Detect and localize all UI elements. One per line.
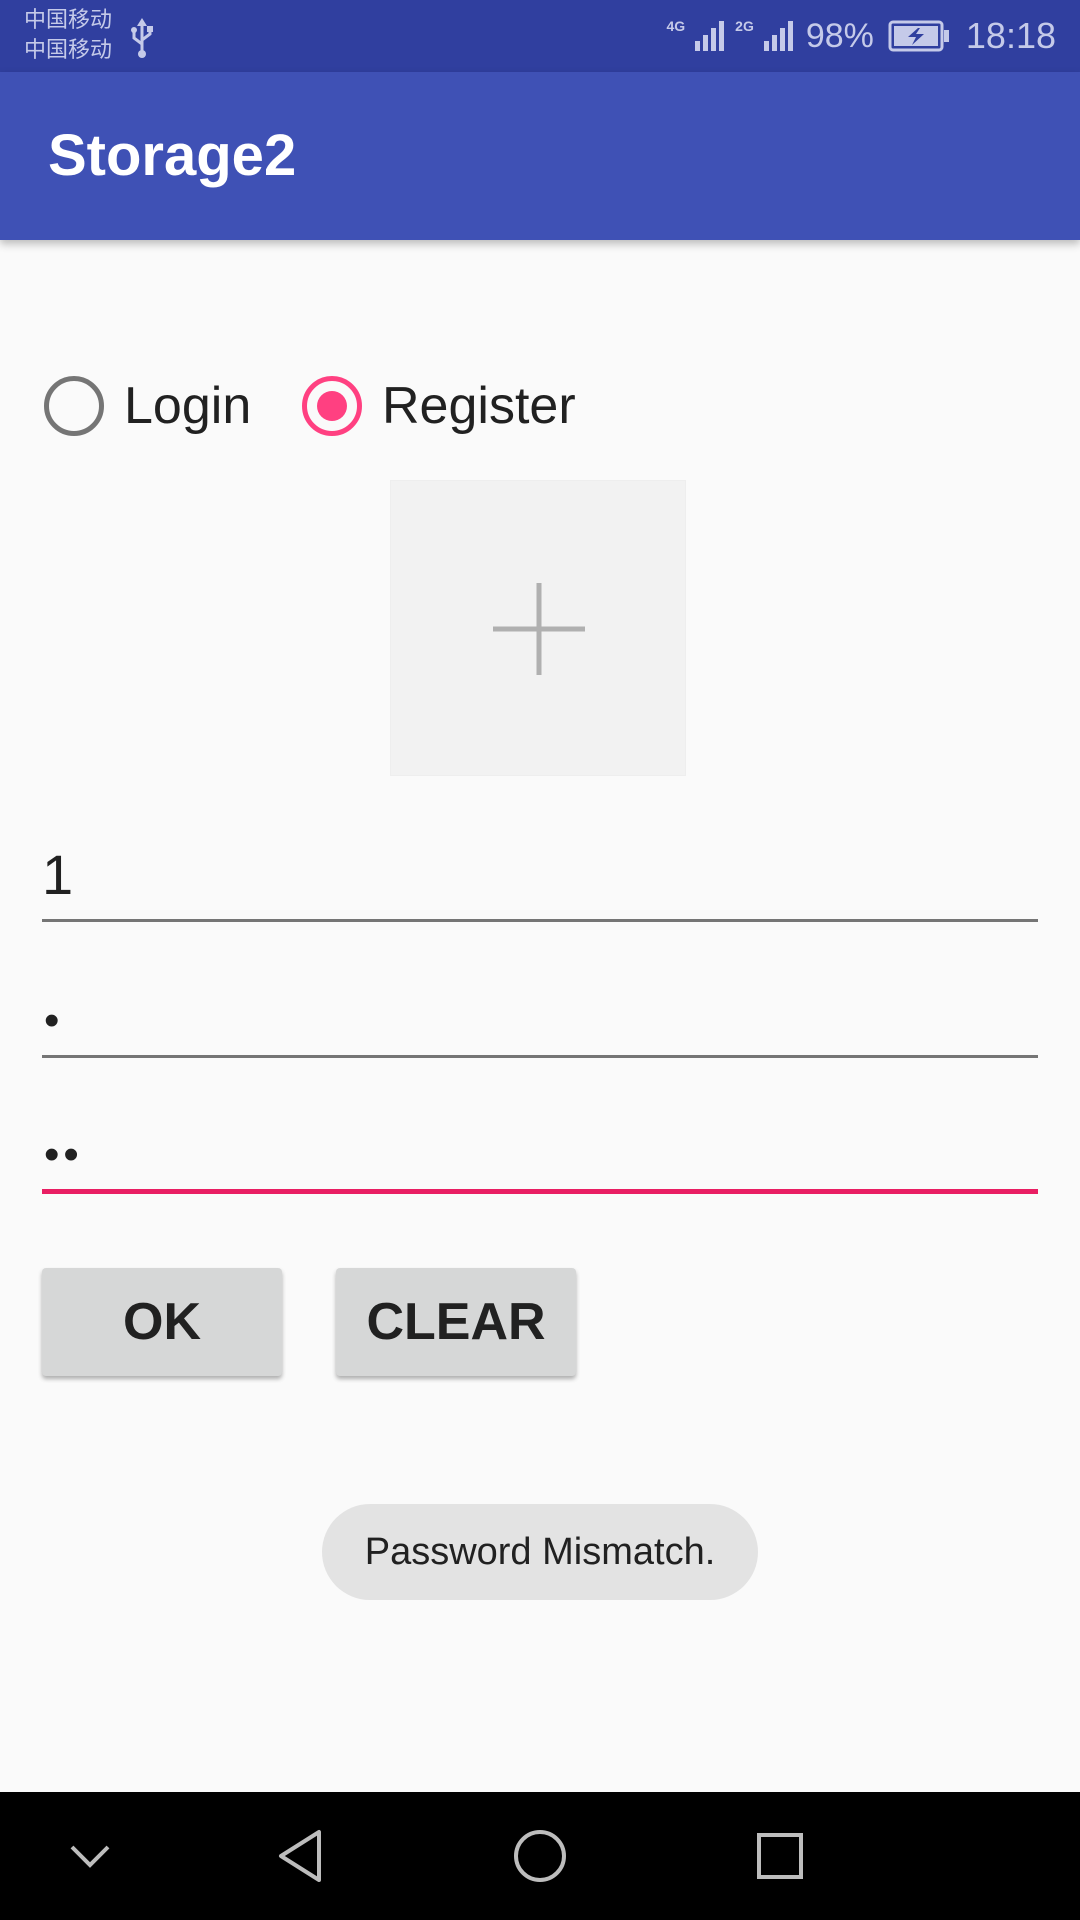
plus-icon — [493, 583, 585, 675]
carrier-2: 中国移动 — [24, 38, 113, 63]
password-value: • — [44, 996, 64, 1045]
radio-login-label: Login — [124, 377, 252, 435]
navigation-bar — [0, 1792, 1080, 1920]
ok-button[interactable]: OK — [42, 1268, 282, 1376]
username-field[interactable]: 1 — [42, 812, 1038, 922]
nav-home-button[interactable] — [470, 1792, 610, 1920]
nav-back-button[interactable] — [230, 1792, 370, 1920]
chevron-down-icon — [70, 1845, 110, 1868]
back-icon — [279, 1830, 321, 1882]
radio-checked-icon — [302, 376, 362, 436]
username-value: 1 — [42, 843, 74, 906]
carrier-1: 中国移动 — [24, 8, 113, 33]
confirm-password-value: •• — [44, 1130, 83, 1179]
radio-register[interactable]: Register — [302, 366, 576, 446]
recents-icon — [757, 1833, 803, 1879]
avatar-picker-button[interactable] — [390, 480, 686, 776]
toast-message: Password Mismatch. — [322, 1504, 758, 1600]
status-bar: 中国移动 中国移动 4G 2G 98% 18:18 — [0, 0, 1080, 72]
app-title: Storage2 — [48, 123, 297, 188]
signal-icon — [695, 21, 725, 51]
nav-hide-button[interactable] — [20, 1792, 160, 1920]
nav-recents-button[interactable] — [710, 1792, 850, 1920]
network-type-1: 4G — [666, 18, 686, 34]
battery-percent: 98% — [805, 16, 874, 55]
home-icon — [514, 1830, 566, 1882]
radio-unchecked-icon — [44, 376, 104, 436]
network-type-2: 2G — [735, 18, 754, 34]
radio-login[interactable]: Login — [44, 366, 251, 446]
password-field[interactable]: • — [42, 948, 1038, 1058]
battery-charging-icon — [888, 20, 949, 52]
status-indicators: 4G 2G 98% 18:18 — [666, 0, 1056, 72]
clear-button[interactable]: CLEAR — [336, 1268, 576, 1376]
signal-icon-2 — [763, 21, 793, 51]
confirm-password-field[interactable]: •• — [42, 1084, 1038, 1194]
usb-icon — [131, 18, 153, 58]
clock: 18:18 — [965, 15, 1056, 56]
app-bar: Storage2 — [0, 72, 1080, 240]
radio-register-label: Register — [382, 377, 576, 435]
carrier-labels: 中国移动 中国移动 — [24, 6, 112, 66]
